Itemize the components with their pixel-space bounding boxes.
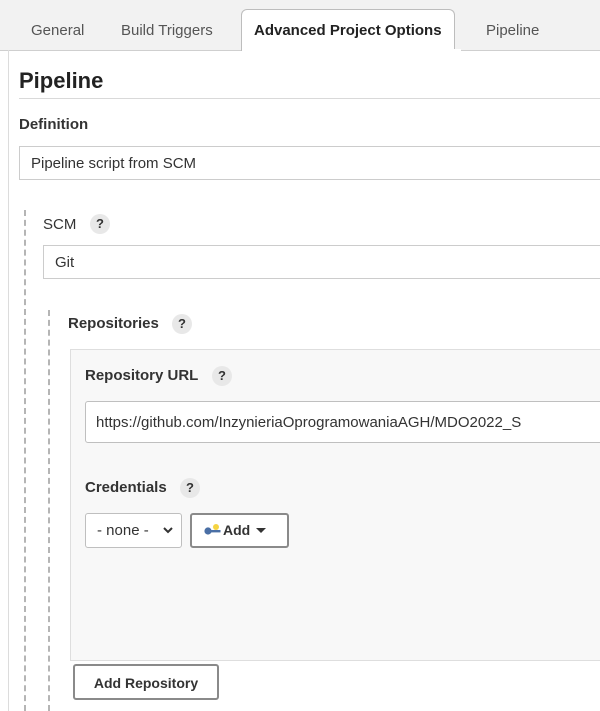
credentials-select[interactable]: - none - — [85, 513, 182, 548]
scm-label: SCM — [43, 216, 77, 233]
scm-block-border — [24, 210, 26, 711]
tab-bar: General Build Triggers Advanced Project … — [0, 0, 600, 51]
tab-build-triggers[interactable]: Build Triggers — [121, 12, 213, 50]
key-icon — [204, 524, 221, 535]
repositories-label: Repositories — [68, 315, 159, 332]
caret-down-icon — [256, 528, 266, 533]
content-left-border — [8, 50, 9, 711]
chevron-down-icon — [163, 527, 173, 534]
add-credentials-button[interactable]: Add — [190, 513, 289, 548]
section-title: Pipeline — [19, 68, 104, 93]
credentials-select-value: - none - — [97, 522, 149, 539]
scm-select-value: Git — [55, 254, 75, 271]
credentials-label: Credentials — [85, 479, 167, 496]
definition-label: Definition — [19, 116, 89, 133]
tab-advanced-project-options[interactable]: Advanced Project Options — [241, 9, 455, 51]
repository-url-label: Repository URL — [85, 367, 199, 384]
credentials-help-icon[interactable]: ? — [180, 478, 200, 498]
repository-url-help-icon[interactable]: ? — [212, 366, 232, 386]
active-tab-connector — [242, 49, 461, 51]
tab-general[interactable]: General — [31, 12, 84, 50]
section-divider — [19, 98, 600, 99]
scm-help-icon[interactable]: ? — [90, 214, 110, 234]
repository-url-input[interactable] — [85, 401, 600, 443]
jenkins-config-page: General Build Triggers Advanced Project … — [0, 0, 600, 711]
scm-select[interactable]: Git — [43, 245, 600, 279]
repository-panel — [70, 349, 600, 661]
repositories-block-border — [48, 310, 50, 711]
definition-select[interactable]: Pipeline script from SCM — [19, 146, 600, 180]
definition-select-value: Pipeline script from SCM — [31, 155, 197, 172]
add-repository-button[interactable]: Add Repository — [73, 664, 219, 700]
repositories-help-icon[interactable]: ? — [172, 314, 192, 334]
tab-pipeline[interactable]: Pipeline — [486, 12, 539, 50]
add-credentials-label: Add — [223, 522, 251, 538]
